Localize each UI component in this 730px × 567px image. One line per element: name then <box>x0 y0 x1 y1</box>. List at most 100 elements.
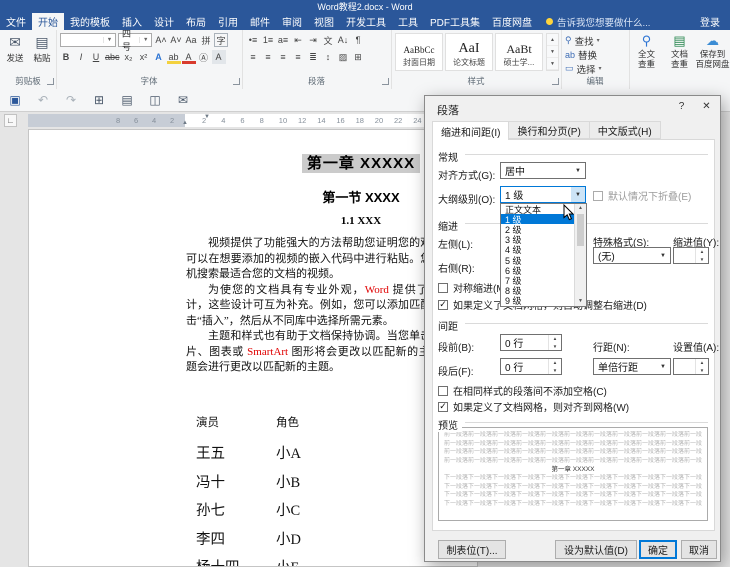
hanging-indent-marker[interactable]: ▲ <box>182 120 188 126</box>
print-preview-icon[interactable]: ◫ <box>147 93 163 107</box>
tab-开发工具[interactable]: 开发工具 <box>340 13 392 30</box>
collapsed-by-default-checkbox[interactable]: 默认情况下折叠(E) <box>593 188 691 203</box>
paste-button[interactable]: ▤ 粘贴 <box>29 32 55 74</box>
send-button[interactable]: ✉ 发送 <box>2 32 28 74</box>
outline-level-option[interactable]: 6 级 <box>501 265 574 276</box>
spin-up-icon[interactable]: ▲ <box>549 359 561 367</box>
clipboard-dialog-launcher-icon[interactable] <box>47 78 54 85</box>
spin-down-icon[interactable]: ▼ <box>549 343 561 351</box>
multilevel-list-icon[interactable]: a≡ <box>276 33 290 47</box>
indent-by-spinner[interactable]: ▲ ▼ <box>673 247 709 264</box>
draw-table-icon[interactable]: ⊞ <box>91 93 107 107</box>
scroll-down-icon[interactable]: ▼ <box>578 297 583 306</box>
special-format-combobox[interactable]: (无) ▼ <box>593 247 671 264</box>
outline-level-option[interactable]: 3 级 <box>501 235 574 245</box>
tab-我的模板[interactable]: 我的模板 <box>64 13 116 30</box>
spin-up-icon[interactable]: ▲ <box>549 335 561 343</box>
spacing-at-spinner[interactable]: ▲ ▼ <box>673 358 709 375</box>
tab-邮件[interactable]: 邮件 <box>244 13 276 30</box>
find-button[interactable]: ⚲ 查找 ▾ <box>565 34 600 48</box>
spin-up-icon[interactable]: ▲ <box>696 359 708 367</box>
spin-down-icon[interactable]: ▼ <box>696 256 708 264</box>
mirror-indents-checkbox[interactable]: 对称缩进(M) <box>438 280 508 295</box>
align-center-icon[interactable]: ≡ <box>261 50 275 64</box>
asian-layout-icon[interactable]: 文 <box>321 33 335 47</box>
snap-to-grid-checkbox[interactable]: 如果定义了文档网格，则对齐到网格(W) <box>438 399 629 414</box>
enclose-characters-icon[interactable]: Ⓐ <box>197 50 211 64</box>
text-effects-icon[interactable]: A <box>152 50 166 64</box>
save-to-baidu-button[interactable]: ☁ 保存到 百度网盘 <box>696 33 730 69</box>
style-gallery-item[interactable]: AaI 论文标题 <box>445 33 493 71</box>
dialog-tab-1[interactable]: 缩进和间距(I) <box>432 121 510 140</box>
outline-level-option[interactable]: 7 级 <box>501 275 574 286</box>
styles-dialog-launcher-icon[interactable] <box>552 78 559 85</box>
character-border-icon[interactable]: 字 <box>214 33 228 47</box>
spin-up-icon[interactable]: ▲ <box>696 248 708 256</box>
dialog-help-button[interactable]: ? <box>669 97 694 115</box>
change-case-icon[interactable]: Aa <box>184 33 198 47</box>
select-button[interactable]: ▭ 选择 ▾ <box>565 62 602 76</box>
character-shading-icon[interactable]: A <box>211 50 226 64</box>
subscript-icon[interactable]: x₂ <box>122 50 136 64</box>
set-as-default-button[interactable]: 设为默认值(D) <box>555 540 637 559</box>
sign-in-button[interactable]: 登录 <box>690 13 730 30</box>
distribute-icon[interactable]: ≣ <box>306 50 320 64</box>
font-name-combobox[interactable]: ▼ <box>60 33 116 47</box>
tab-工具[interactable]: 工具 <box>392 13 424 30</box>
tab-视图[interactable]: 视图 <box>308 13 340 30</box>
undo-icon[interactable]: ↶ <box>35 93 51 107</box>
highlight-icon[interactable]: ab <box>167 50 181 64</box>
tabs-button[interactable]: 制表位(T)... <box>438 540 506 559</box>
tab-布局[interactable]: 布局 <box>180 13 212 30</box>
italic-icon[interactable]: I <box>74 50 88 64</box>
tab-审阅[interactable]: 审阅 <box>276 13 308 30</box>
tell-me-box[interactable]: 告诉我您想要做什么... <box>538 13 658 30</box>
increase-indent-icon[interactable]: ⇥ <box>306 33 320 47</box>
shrink-font-icon[interactable]: A˅ <box>169 33 183 47</box>
align-left-icon[interactable]: ≡ <box>246 50 260 64</box>
scrollbar-thumb[interactable] <box>577 214 584 246</box>
doc-check-button[interactable]: ▤ 文档 查重 <box>664 33 695 69</box>
outline-level-option[interactable]: 4 级 <box>501 245 574 255</box>
dialog-tab-2[interactable]: 换行和分页(P) <box>509 121 590 139</box>
space-before-spinner[interactable]: 0 行 ▲ ▼ <box>500 334 562 351</box>
font-dialog-launcher-icon[interactable] <box>233 78 240 85</box>
spin-down-icon[interactable]: ▼ <box>549 367 561 375</box>
fulltext-check-button[interactable]: ⚲ 全文 查重 <box>631 33 662 69</box>
save-icon[interactable]: ▣ <box>7 93 23 107</box>
tab-stop-selector[interactable]: ∟ <box>4 114 17 127</box>
replace-button[interactable]: ab 替换 <box>565 48 597 62</box>
underline-icon[interactable]: U <box>89 50 103 64</box>
space-after-spinner[interactable]: 0 行 ▲ ▼ <box>500 358 562 375</box>
outline-level-option[interactable]: 5 级 <box>501 255 574 266</box>
paste-icon[interactable]: ▤ <box>119 93 135 107</box>
strikethrough-icon[interactable]: abc <box>104 50 121 64</box>
dialog-close-button[interactable]: ✕ <box>694 97 719 115</box>
decrease-indent-icon[interactable]: ⇤ <box>291 33 305 47</box>
spin-down-icon[interactable]: ▼ <box>696 367 708 375</box>
font-size-combobox[interactable]: 四号 ▼ <box>118 29 152 52</box>
bullets-icon[interactable]: •≡ <box>246 33 260 47</box>
phonetic-guide-icon[interactable]: 拼 <box>199 33 213 47</box>
ok-button[interactable]: 确定 <box>639 540 677 559</box>
scroll-up-icon[interactable]: ▲ <box>578 204 583 213</box>
line-spacing-icon[interactable]: ↕ <box>321 50 335 64</box>
tab-引用[interactable]: 引用 <box>212 13 244 30</box>
align-right-icon[interactable]: ≡ <box>276 50 290 64</box>
style-gallery-item[interactable]: AaBt 硕士学... <box>495 33 543 71</box>
numbering-icon[interactable]: 1≡ <box>261 33 275 47</box>
outline-level-option[interactable]: 8 级 <box>501 286 574 296</box>
no-space-same-style-checkbox[interactable]: 在相同样式的段落间不添加空格(C) <box>438 383 607 398</box>
sort-icon[interactable]: A↓ <box>336 33 350 47</box>
borders-icon[interactable]: ⊞ <box>351 50 365 64</box>
justify-icon[interactable]: ≡ <box>291 50 305 64</box>
grow-font-icon[interactable]: A˄ <box>154 33 168 47</box>
email-icon[interactable]: ✉ <box>175 93 191 107</box>
bold-icon[interactable]: B <box>59 50 73 64</box>
scroll-down-icon[interactable]: ▼ <box>547 46 558 58</box>
tab-文件[interactable]: 文件 <box>0 13 32 30</box>
tab-设计[interactable]: 设计 <box>148 13 180 30</box>
dropdown-scrollbar[interactable]: ▲ ▼ <box>574 204 586 306</box>
font-color-icon[interactable]: A <box>182 50 196 64</box>
outline-level-option[interactable]: 9 级 <box>501 296 574 306</box>
